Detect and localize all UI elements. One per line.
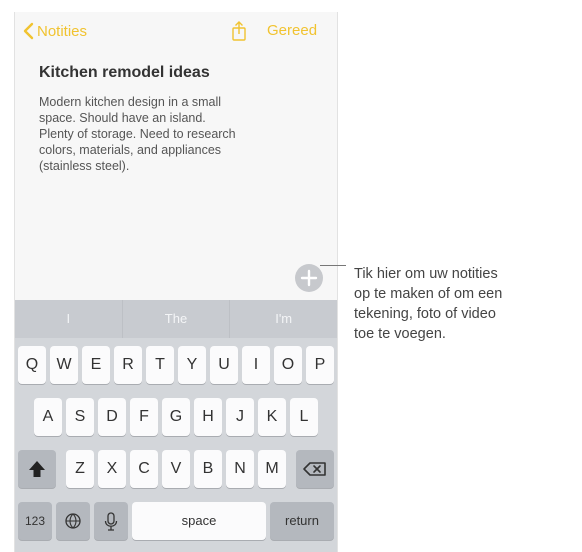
key-c[interactable]: C	[130, 450, 158, 488]
key-m[interactable]: M	[258, 450, 286, 488]
key-label: U	[218, 356, 230, 373]
key-label: N	[234, 460, 246, 477]
prediction-1[interactable]: I	[15, 300, 123, 338]
key-f[interactable]: F	[130, 398, 158, 436]
key-label: E	[90, 356, 102, 373]
predictive-text-bar: I The I'm	[15, 300, 337, 338]
globe-icon	[65, 513, 81, 529]
emoji-key[interactable]	[56, 502, 90, 540]
back-label: Notities	[37, 22, 88, 40]
note-body[interactable]: Modern kitchen design in a small space. …	[39, 94, 324, 174]
key-x[interactable]: X	[98, 450, 126, 488]
key-j[interactable]: J	[226, 398, 254, 436]
key-label: B	[202, 460, 214, 477]
key-d[interactable]: D	[98, 398, 126, 436]
key-label: R	[122, 356, 134, 373]
key-i[interactable]: I	[242, 346, 270, 384]
key-label: G	[169, 408, 183, 425]
key-label: H	[202, 408, 214, 425]
note-title[interactable]: Kitchen remodel ideas	[39, 64, 210, 82]
numbers-key[interactable]: 123	[18, 502, 52, 540]
callout-text: Tik hier om uw notities op te maken of o…	[354, 266, 503, 342]
plus-icon	[300, 269, 318, 287]
key-label: I	[253, 356, 259, 373]
key-label: Z	[75, 460, 85, 477]
key-label: S	[74, 408, 86, 425]
shift-key[interactable]	[18, 450, 56, 488]
key-u[interactable]: U	[210, 346, 238, 384]
prediction-2[interactable]: The	[123, 300, 231, 338]
key-p[interactable]: P	[306, 346, 334, 384]
key-k[interactable]: K	[258, 398, 286, 436]
dictation-key[interactable]	[94, 502, 128, 540]
key-r[interactable]: R	[114, 346, 142, 384]
keyboard: I The I'm Q W E R T Y U I O P A S D F G …	[15, 300, 337, 552]
key-label: D	[106, 408, 118, 425]
key-label: Y	[186, 356, 198, 373]
shift-icon	[29, 461, 45, 477]
callout-leader-line	[320, 265, 346, 266]
key-n[interactable]: N	[226, 450, 254, 488]
key-label: X	[106, 460, 118, 477]
iphone-screen: Notities Gereed Kitchen remodel ideas Mo…	[14, 12, 338, 552]
key-t[interactable]: T	[146, 346, 174, 384]
back-button[interactable]: Notities	[21, 21, 87, 41]
key-z[interactable]: Z	[66, 450, 94, 488]
space-key[interactable]: space	[132, 502, 266, 540]
key-label: C	[138, 460, 150, 477]
key-label: A	[42, 408, 54, 425]
key-label: L	[299, 408, 309, 425]
microphone-icon	[104, 512, 118, 531]
key-label: V	[170, 460, 182, 477]
key-label: space	[181, 513, 217, 528]
key-label: 123	[24, 514, 46, 528]
key-label: return	[285, 513, 319, 528]
done-button[interactable]: Gereed	[267, 22, 317, 39]
key-g[interactable]: G	[162, 398, 190, 436]
key-w[interactable]: W	[50, 346, 78, 384]
key-a[interactable]: A	[34, 398, 62, 436]
key-label: K	[266, 408, 278, 425]
key-s[interactable]: S	[66, 398, 94, 436]
key-label: M	[265, 460, 279, 477]
backspace-icon	[303, 462, 326, 476]
key-label: O	[281, 356, 295, 373]
navigation-bar: Notities Gereed	[15, 12, 337, 50]
key-label: Q	[25, 356, 39, 373]
backspace-key[interactable]	[296, 450, 334, 488]
prediction-3[interactable]: I'm	[230, 300, 337, 338]
key-b[interactable]: B	[194, 450, 222, 488]
chevron-left-icon	[23, 22, 34, 40]
add-attachment-button[interactable]	[295, 264, 323, 292]
key-v[interactable]: V	[162, 450, 190, 488]
key-o[interactable]: O	[274, 346, 302, 384]
key-e[interactable]: E	[82, 346, 110, 384]
key-q[interactable]: Q	[18, 346, 46, 384]
return-key[interactable]: return	[270, 502, 334, 540]
key-y[interactable]: Y	[178, 346, 206, 384]
key-h[interactable]: H	[194, 398, 222, 436]
key-label: T	[155, 356, 165, 373]
key-label: W	[56, 356, 72, 373]
key-l[interactable]: L	[290, 398, 318, 436]
share-icon[interactable]	[231, 20, 247, 42]
key-label: F	[139, 408, 149, 425]
key-label: J	[236, 408, 244, 425]
key-label: P	[314, 356, 326, 373]
